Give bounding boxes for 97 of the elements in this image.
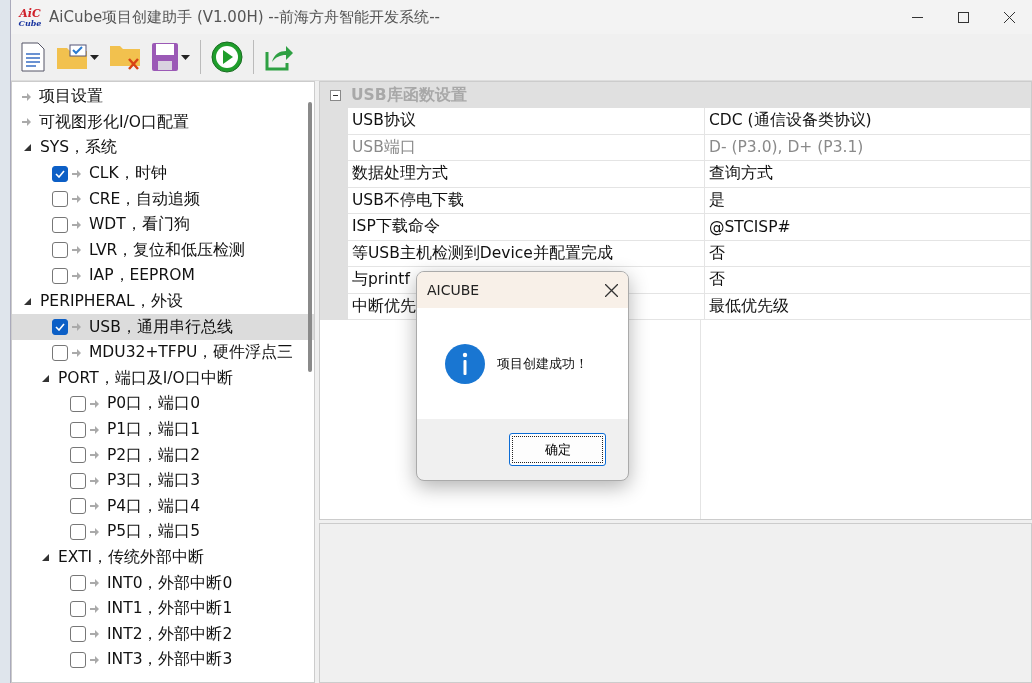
arrow-icon [90, 630, 99, 639]
folder-delete-icon[interactable] [109, 43, 141, 71]
property-value[interactable]: 是 [705, 187, 1031, 214]
checkbox[interactable] [52, 216, 68, 233]
tree-item[interactable]: LVR，复位和低压检测 [89, 239, 246, 261]
maximize-icon[interactable] [957, 11, 969, 23]
property-name: USB不停电下载 [348, 187, 705, 214]
app-logo: AiC Cube [17, 7, 43, 27]
arrow-icon [90, 451, 99, 460]
property-name: USB端口 [348, 134, 705, 161]
play-icon[interactable] [211, 41, 243, 73]
checkbox[interactable] [70, 395, 86, 412]
checkbox[interactable] [52, 319, 68, 336]
tree-item[interactable]: P2口，端口2 [107, 444, 201, 466]
property-name: ISP下载命令 [348, 214, 705, 241]
tree-item[interactable]: 项目设置 [39, 86, 103, 108]
tree-item[interactable]: INT1，外部中断1 [107, 598, 233, 620]
tree-item[interactable]: SYS，系统 [40, 137, 118, 159]
property-value[interactable]: CDC (通信设备类协议) [705, 108, 1031, 135]
arrow-icon [72, 348, 81, 357]
property-value[interactable]: 否 [705, 267, 1031, 294]
checkbox[interactable] [70, 600, 86, 617]
tree-item[interactable]: INT3，外部中断3 [107, 649, 233, 671]
dialog-message: 项目创建成功！ [497, 354, 588, 373]
arrow-icon [90, 476, 99, 485]
arrow-icon [90, 425, 99, 434]
tree-item[interactable]: P3口，端口3 [107, 470, 201, 492]
property-name: USB协议 [348, 108, 705, 135]
tree-item[interactable]: INT2，外部中断2 [107, 623, 233, 645]
caret-icon[interactable] [181, 54, 190, 60]
ok-button[interactable]: 确定 [509, 433, 606, 466]
arrow-icon [72, 246, 81, 255]
arrow-icon [90, 604, 99, 613]
checkbox[interactable] [70, 523, 86, 540]
checkbox[interactable] [70, 498, 86, 515]
row-gutter [320, 293, 348, 320]
tree-item[interactable]: CLK，时钟 [89, 163, 167, 185]
expanded-triangle-icon[interactable] [42, 554, 49, 561]
checkbox[interactable] [52, 267, 68, 284]
checkbox[interactable] [70, 575, 86, 592]
caret-icon[interactable] [90, 54, 99, 60]
close-icon[interactable] [1003, 11, 1015, 23]
tree-item[interactable]: USB，通用串行总线 [89, 316, 233, 338]
expanded-triangle-icon[interactable] [42, 374, 49, 382]
document-icon[interactable] [20, 42, 46, 72]
checkbox[interactable] [52, 344, 68, 361]
arrow-icon [72, 169, 81, 178]
collapse-icon[interactable] [330, 89, 341, 101]
info-icon [445, 343, 485, 384]
check-icon [55, 323, 65, 332]
tree-item[interactable]: PERIPHERAL，外设 [40, 291, 183, 313]
tree-item[interactable]: WDT，看门狗 [89, 214, 190, 236]
checkbox[interactable] [70, 651, 86, 668]
arrow-icon [90, 502, 99, 511]
expanded-triangle-icon[interactable] [24, 298, 31, 306]
expanded-triangle-icon[interactable] [24, 144, 31, 152]
property-name: 数据处理方式 [348, 161, 705, 188]
tree-item[interactable]: P5口，端口5 [107, 521, 201, 543]
arrow-icon [72, 271, 81, 280]
property-value[interactable]: 否 [705, 240, 1031, 267]
window-title: AiCube项目创建助手 (V1.00H) --前海方舟智能开发系统-- [49, 7, 441, 27]
arrow-icon [72, 323, 81, 332]
check-icon [55, 169, 65, 178]
section-title: USB库函数设置 [351, 84, 467, 106]
tree-item[interactable]: CRE，自动追频 [89, 188, 201, 210]
close-icon[interactable] [605, 283, 618, 297]
arrow-icon [90, 399, 99, 408]
property-name: 等USB主机检测到Device并配置完成 [348, 240, 705, 267]
tree-item[interactable]: P1口，端口1 [107, 419, 201, 440]
arrow-icon [22, 92, 31, 101]
checkbox[interactable] [52, 191, 68, 208]
arrow-icon [72, 195, 81, 204]
checkbox[interactable] [70, 472, 86, 489]
tree-item[interactable]: IAP，EEPROM [89, 265, 195, 287]
arrow-icon [90, 655, 99, 664]
tree-item[interactable]: PORT，端口及I/O口中断 [58, 367, 233, 389]
arrow-icon [72, 220, 81, 229]
tree-item[interactable]: INT0，外部中断0 [107, 572, 233, 594]
checkbox[interactable] [70, 447, 86, 464]
property-value[interactable]: 最低优先级 [705, 293, 1031, 320]
checkbox[interactable] [52, 165, 68, 182]
checkbox[interactable] [52, 242, 68, 259]
folder-check-icon[interactable] [56, 44, 88, 70]
minimize-icon[interactable] [911, 16, 923, 18]
arrow-icon [90, 579, 99, 588]
arrow-icon [22, 118, 31, 127]
checkbox[interactable] [70, 626, 86, 643]
tree-item[interactable]: MDU32+TFPU，硬件浮点三 [89, 342, 294, 364]
tree-item[interactable]: 可视图形化I/O口配置 [39, 111, 189, 133]
property-value[interactable]: 查询方式 [705, 161, 1031, 188]
arrow-icon [90, 527, 99, 536]
tree-item[interactable]: P4口，端口4 [107, 495, 201, 517]
tree-item[interactable]: EXTI，传统外部中断 [58, 547, 205, 568]
checkbox[interactable] [70, 421, 86, 438]
scrollbar-thumb[interactable] [308, 102, 312, 372]
property-value[interactable]: @STCISP# [705, 214, 1031, 241]
tree-item[interactable]: P0口，端口0 [107, 393, 201, 415]
